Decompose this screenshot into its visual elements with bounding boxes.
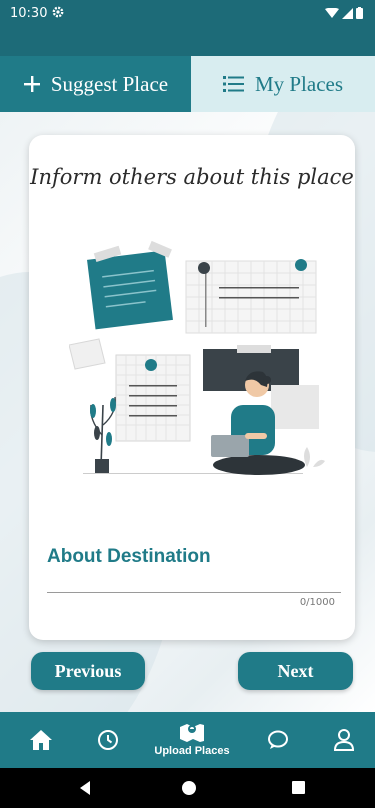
next-button[interactable]: Next (238, 652, 353, 690)
suggest-place-card: Inform others about this place About Des… (29, 135, 355, 640)
back-icon[interactable] (78, 780, 92, 796)
tab-suggest-place-label: Suggest Place (50, 71, 169, 96)
system-navigation-bar (0, 768, 375, 808)
wifi-icon (325, 7, 339, 18)
nav-chat[interactable] (263, 712, 293, 768)
tab-suggest-place[interactable]: Suggest Place (0, 56, 191, 112)
status-bar: 10:30 (0, 0, 375, 28)
character-counter: 0/1000 (299, 597, 335, 608)
tab-bar: Suggest Place My Places (0, 56, 375, 112)
previous-button[interactable]: Previous (31, 652, 145, 690)
nav-profile[interactable] (329, 712, 359, 768)
about-destination-label: About Destination (47, 546, 211, 567)
illustration-image (69, 240, 325, 475)
map-icon (180, 724, 204, 742)
nav-upload-places[interactable]: Upload Places (142, 712, 242, 768)
plus-icon (23, 76, 40, 92)
nav-home[interactable] (26, 712, 56, 768)
tab-my-places-label: My Places (254, 71, 344, 96)
history-icon (98, 730, 118, 750)
recents-icon[interactable] (291, 780, 306, 795)
bottom-navigation: Upload Places (0, 712, 375, 768)
battery-icon (356, 7, 363, 19)
chat-icon (268, 730, 288, 749)
profile-icon (333, 729, 355, 751)
nav-upload-places-label: Upload Places (154, 745, 230, 757)
tab-my-places[interactable]: My Places (191, 56, 375, 112)
home-circle-icon[interactable] (181, 780, 197, 796)
nav-history[interactable] (93, 712, 123, 768)
signal-icon (342, 7, 353, 19)
settings-gear-icon (52, 6, 64, 18)
status-time: 10:30 (10, 6, 48, 21)
status-icons (325, 7, 363, 19)
list-icon (222, 76, 244, 92)
home-icon (30, 730, 52, 750)
card-title: Inform others about this place (30, 165, 354, 189)
about-destination-input[interactable] (47, 580, 341, 593)
app-bar (0, 28, 375, 56)
